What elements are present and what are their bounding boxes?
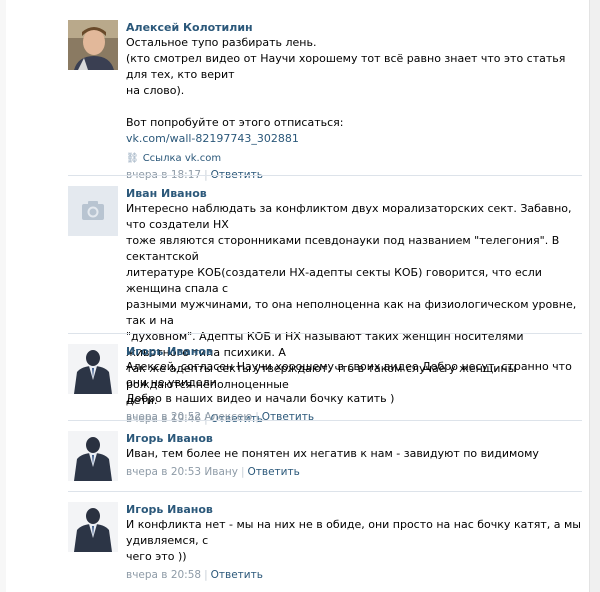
comment-author[interactable]: Игорь Иванов [126,431,582,446]
comment-item: Иван Иванов Интересно наблюдать за конфл… [68,175,582,425]
avatar[interactable] [68,502,118,552]
comment-meta: вчера в 20:58 | Ответить [126,569,263,581]
avatar[interactable] [68,186,118,236]
comment-text: Остальное тупо разбирать лень. (кто смот… [126,35,582,147]
link-preview-label: Ссылка vk.com [142,153,222,164]
comment-text: И конфликта нет - мы на них не в обиде, … [126,517,582,565]
comment-author[interactable]: Игорь Иванов [126,502,582,517]
comment-line: И конфликта нет - мы на них не в обиде, … [126,518,581,547]
comment-item: Игорь Иванов Иван, тем более не понятен … [68,420,582,491]
chain-link-icon: ⛓ [126,153,139,164]
avatar[interactable] [68,431,118,481]
comment-line: чего это )) [126,550,187,563]
reply-button[interactable]: Ответить [248,466,300,478]
comment-line: Вот попробуйте от этого отписаться: [126,116,344,129]
comment-time[interactable]: вчера в 20:58 [126,569,201,581]
comment-line: (кто смотрел видео от Научи хорошему тот… [126,52,566,81]
reply-to[interactable]: Ивану [204,466,238,478]
comment-author[interactable]: Иван Иванов [126,186,582,201]
comment-line: Добро в наших видео и начали бочку катит… [126,392,395,405]
avatar[interactable] [68,344,118,394]
comment-text: Иван, тем более не понятен их негатив к … [126,446,582,462]
comment-link[interactable]: vk.com/wall-82197743_302881 [126,132,299,145]
comment-line: тоже являются сторонниками псевдонауки п… [126,234,560,263]
comment-meta: вчера в 20:53 Ивану | Ответить [126,466,300,478]
comment-line: Остальное тупо разбирать лень. [126,36,317,49]
comment-item: Игорь Иванов Алексей, согласен Научи хор… [68,333,582,423]
comment-line: литературе КОБ(создатели НХ-адепты секты… [126,266,542,295]
page-left-edge [0,0,6,592]
comment-line: разными мужчинами, то она неполноценна к… [126,298,577,327]
comment-author[interactable]: Алексей Колотилин [126,20,582,35]
comment-author[interactable]: Игорь Иванов [126,344,582,359]
comment-feed: Алексей Колотилин Остальное тупо разбира… [68,10,582,581]
link-preview[interactable]: ⛓ Ссылка vk.com [126,151,582,167]
page-scrollbar[interactable] [589,0,600,592]
comment-item: Алексей Колотилин Остальное тупо разбира… [68,10,582,181]
comment-line: Интересно наблюдать за конфликтом двух м… [126,202,572,231]
comment-text: Алексей, согласен Научи хорошему в своих… [126,359,582,407]
comment-line: Иван, тем более не понятен их негатив к … [126,447,539,460]
avatar[interactable] [68,20,118,70]
comment-time[interactable]: вчера в 20:53 [126,466,201,478]
comment-line: на слово). [126,84,185,97]
reply-button[interactable]: Ответить [211,569,263,581]
comment-line: Алексей, согласен Научи хорошему в своих… [126,360,572,389]
comment-item: Игорь Иванов И конфликта нет - мы на них… [68,491,582,581]
